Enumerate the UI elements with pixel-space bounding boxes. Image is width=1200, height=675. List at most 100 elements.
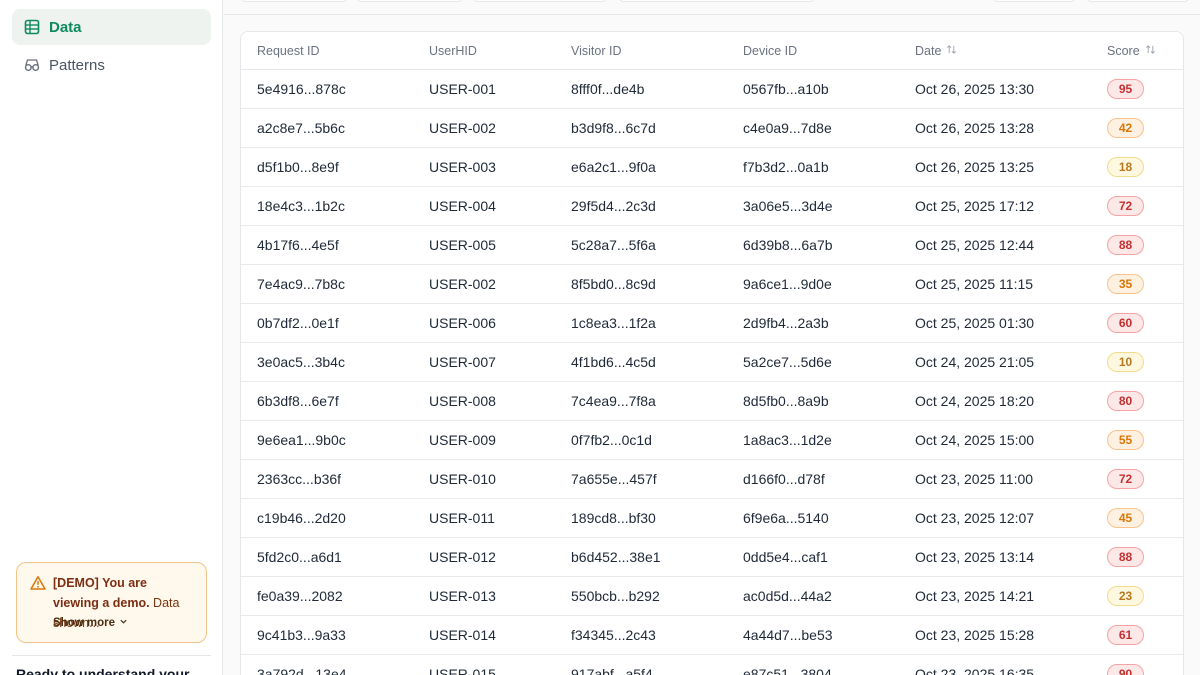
cell-visitor-id: 8f5bd0...8c9d — [571, 276, 656, 292]
table-row[interactable]: 3a792d...13e4 USER-015 917abf...a5f4 e87c51… — [241, 655, 1183, 675]
sidebar-item-data[interactable]: Data — [12, 9, 211, 45]
cell-device-id: 1a8ac3...1d2e — [743, 432, 832, 448]
cell-userhid: USER-001 — [429, 81, 496, 97]
filter-button[interactable] — [240, 0, 348, 2]
cell-date: Oct 25, 2025 12:44 — [915, 237, 1035, 253]
cell-date: Oct 26, 2025 13:30 — [915, 81, 1035, 97]
column-header-visitor-id[interactable]: Visitor ID — [571, 44, 621, 58]
cell-userhid: USER-010 — [429, 471, 496, 487]
table-row[interactable]: a2c8e7...5b6c USER-002 b3d9f8...6c7d c4e0a9… — [241, 109, 1183, 148]
cell-date: Oct 25, 2025 11:15 — [915, 276, 1034, 292]
cell-device-id: 0567fb...a10b — [743, 81, 829, 97]
table-row[interactable]: fe0a39...2082 USER-013 550bcb...b292 ac0d5d… — [241, 577, 1183, 616]
filter-button[interactable] — [1086, 0, 1190, 2]
table-row[interactable]: 5e4916...878c USER-001 8fff0f...de4b 0567fb… — [241, 70, 1183, 109]
table-row[interactable]: 9e6ea1...9b0c USER-009 0f7fb2...0c1d 1a8ac3… — [241, 421, 1183, 460]
cell-visitor-id: 0f7fb2...0c1d — [571, 432, 652, 448]
cell-date: Oct 23, 2025 12:07 — [915, 510, 1035, 526]
table-row[interactable]: 3e0ac5...3b4c USER-007 4f1bd6...4c5d 5a2ce7… — [241, 343, 1183, 382]
cell-request-id: 2363cc...b36f — [257, 471, 342, 487]
cell-date: Oct 24, 2025 15:00 — [915, 432, 1035, 448]
sort-icon[interactable] — [946, 44, 957, 58]
column-header-userhid[interactable]: UserHID — [429, 44, 477, 58]
sidebar-divider — [12, 655, 211, 656]
cell-userhid: USER-007 — [429, 354, 496, 370]
filter-button[interactable] — [472, 0, 608, 2]
score-badge: 45 — [1107, 508, 1144, 528]
filter-button[interactable] — [356, 0, 464, 2]
score-badge: 18 — [1107, 157, 1144, 177]
cell-device-id: f7b3d2...0a1b — [743, 159, 829, 175]
cell-request-id: 5fd2c0...a6d1 — [257, 549, 342, 565]
cell-userhid: USER-015 — [429, 666, 496, 675]
sidebar-footer-heading: Ready to understand your — [16, 666, 190, 675]
glasses-icon — [24, 57, 40, 73]
filter-button[interactable] — [992, 0, 1076, 2]
score-badge: 95 — [1107, 79, 1144, 99]
cell-visitor-id: 4f1bd6...4c5d — [571, 354, 656, 370]
cell-userhid: USER-014 — [429, 627, 496, 643]
cell-date: Oct 26, 2025 13:28 — [915, 120, 1035, 136]
show-more-label: Show more — [53, 617, 115, 629]
sort-icon[interactable] — [1145, 44, 1156, 58]
cell-device-id: 5a2ce7...5d6e — [743, 354, 832, 370]
cell-visitor-id: 189cd8...bf30 — [571, 510, 656, 526]
table-row[interactable]: 9c41b3...9a33 USER-014 f34345...2c43 4a44d7… — [241, 616, 1183, 655]
score-badge: 35 — [1107, 274, 1144, 294]
cell-userhid: USER-012 — [429, 549, 496, 565]
filter-bar — [224, 0, 1200, 15]
score-badge: 42 — [1107, 118, 1144, 138]
cell-visitor-id: 1c8ea3...1f2a — [571, 315, 656, 331]
show-more-button[interactable]: Show more — [53, 617, 128, 629]
sidebar-item-label: Patterns — [49, 56, 105, 74]
cell-request-id: 9e6ea1...9b0c — [257, 432, 346, 448]
table-row[interactable]: c19b46...2d20 USER-011 189cd8...bf30 6f9e6a… — [241, 499, 1183, 538]
table-row[interactable]: 0b7df2...0e1f USER-006 1c8ea3...1f2a 2d9fb4… — [241, 304, 1183, 343]
sidebar: Data Patterns [DEMO] You are viewing a d… — [0, 0, 223, 675]
score-badge: 60 — [1107, 313, 1144, 333]
table-row[interactable]: 5fd2c0...a6d1 USER-012 b6d452...38e1 0dd5e4… — [241, 538, 1183, 577]
sidebar-item-patterns[interactable]: Patterns — [12, 47, 211, 83]
cell-visitor-id: b6d452...38e1 — [571, 549, 661, 565]
cell-userhid: USER-005 — [429, 237, 496, 253]
cell-visitor-id: 7a655e...457f — [571, 471, 657, 487]
score-badge: 23 — [1107, 586, 1144, 606]
cell-userhid: USER-003 — [429, 159, 496, 175]
cell-device-id: 2d9fb4...2a3b — [743, 315, 829, 331]
cell-date: Oct 23, 2025 13:14 — [915, 549, 1035, 565]
table-row[interactable]: 18e4c3...1b2c USER-004 29f5d4...2c3d 3a06e5… — [241, 187, 1183, 226]
score-badge: 80 — [1107, 391, 1144, 411]
table-header: Request ID UserHID Visitor ID Device ID … — [241, 32, 1183, 70]
cell-request-id: 6b3df8...6e7f — [257, 393, 339, 409]
cell-device-id: 3a06e5...3d4e — [743, 198, 833, 214]
score-badge: 72 — [1107, 196, 1144, 216]
table-row[interactable]: d5f1b0...8e9f USER-003 e6a2c1...9f0a f7b3d2… — [241, 148, 1183, 187]
table-row[interactable]: 4b17f6...4e5f USER-005 5c28a7...5f6a 6d39b8… — [241, 226, 1183, 265]
cell-request-id: 3e0ac5...3b4c — [257, 354, 345, 370]
chevron-down-icon — [119, 617, 128, 629]
cell-device-id: ac0d5d...44a2 — [743, 588, 832, 604]
cell-visitor-id: e6a2c1...9f0a — [571, 159, 656, 175]
table-row[interactable]: 2363cc...b36f USER-010 7a655e...457f d166f0… — [241, 460, 1183, 499]
cell-request-id: 9c41b3...9a33 — [257, 627, 346, 643]
cell-request-id: d5f1b0...8e9f — [257, 159, 339, 175]
filter-button[interactable] — [618, 0, 816, 2]
cell-userhid: USER-004 — [429, 198, 496, 214]
cell-request-id: 18e4c3...1b2c — [257, 198, 345, 214]
cell-userhid: USER-009 — [429, 432, 496, 448]
column-header-request-id[interactable]: Request ID — [257, 44, 320, 58]
cell-device-id: 0dd5e4...caf1 — [743, 549, 828, 565]
table-row[interactable]: 6b3df8...6e7f USER-008 7c4ea9...7f8a 8d5fb0… — [241, 382, 1183, 421]
cell-device-id: 6f9e6a...5140 — [743, 510, 829, 526]
column-header-device-id[interactable]: Device ID — [743, 44, 797, 58]
cell-device-id: e87c51...3804 — [743, 666, 832, 675]
column-header-date[interactable]: Date — [915, 44, 957, 58]
cell-userhid: USER-008 — [429, 393, 496, 409]
cell-date: Oct 23, 2025 16:35 — [915, 666, 1035, 675]
cell-request-id: fe0a39...2082 — [257, 588, 343, 604]
cell-device-id: d166f0...d78f — [743, 471, 825, 487]
table-row[interactable]: 7e4ac9...7b8c USER-002 8f5bd0...8c9d 9a6ce1… — [241, 265, 1183, 304]
cell-request-id: 7e4ac9...7b8c — [257, 276, 345, 292]
cell-userhid: USER-002 — [429, 276, 496, 292]
column-header-score[interactable]: Score — [1107, 44, 1156, 58]
